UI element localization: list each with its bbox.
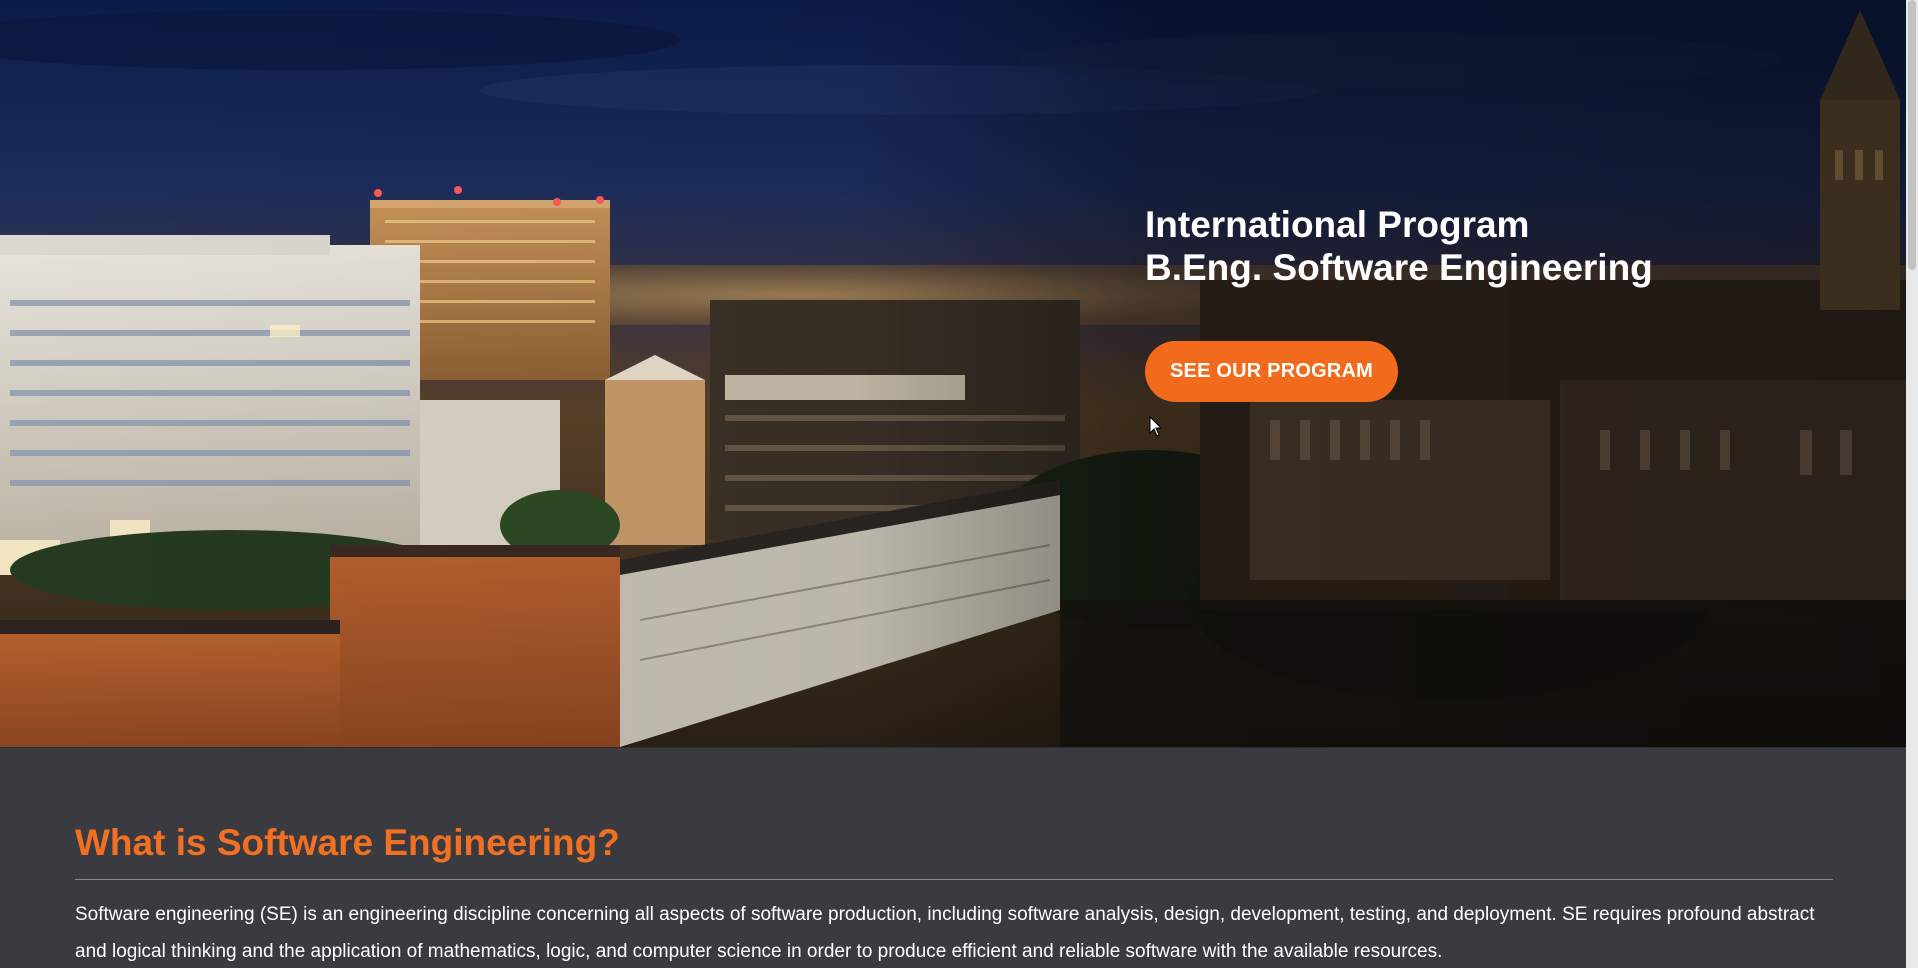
section-heading: What is Software Engineering? xyxy=(75,822,620,863)
hero-content: International Program B.Eng. Software En… xyxy=(1145,203,1845,402)
vertical-scrollbar[interactable] xyxy=(1906,0,1918,968)
section-body-text: Software engineering (SE) is an engineer… xyxy=(75,904,1815,962)
hero-title-line1: International Program xyxy=(1145,204,1530,245)
page: International Program B.Eng. Software En… xyxy=(0,0,1918,968)
what-is-se-section: What is Software Engineering? Software e… xyxy=(0,747,1906,968)
scrollbar-thumb[interactable] xyxy=(1908,0,1916,270)
section-divider xyxy=(75,879,1833,880)
see-our-program-button[interactable]: SEE OUR PROGRAM xyxy=(1145,341,1399,402)
hero-title-line2: B.Eng. Software Engineering xyxy=(1145,247,1653,288)
hero-banner: International Program B.Eng. Software En… xyxy=(0,0,1906,747)
hero-title: International Program B.Eng. Software En… xyxy=(1145,203,1845,289)
mouse-pointer-icon xyxy=(1149,416,1163,437)
